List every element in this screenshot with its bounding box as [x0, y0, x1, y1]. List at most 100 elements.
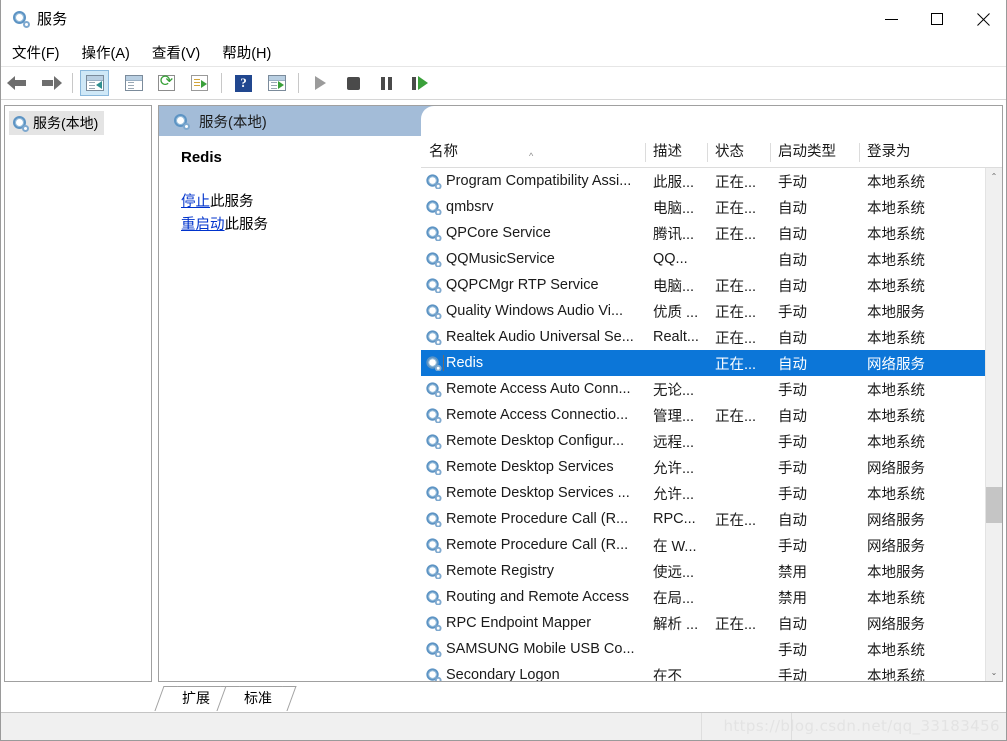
cell-startup-type: 自动 — [778, 616, 807, 633]
cell-logon-as: 网络服务 — [867, 616, 925, 633]
cell-startup-type: 自动 — [778, 278, 807, 295]
services-gear-icon — [425, 225, 442, 241]
services-gear-icon — [12, 10, 30, 28]
forward-button[interactable] — [36, 70, 65, 96]
table-row[interactable]: SAMSUNG Mobile USB Co... 手动 本地系统 — [421, 636, 1002, 662]
cell-startup-type: 手动 — [778, 460, 807, 477]
show-action-pane-button[interactable] — [262, 70, 291, 96]
status-bar: https://blog.csdn.net/qq_33183456 — [1, 712, 1006, 740]
window-controls — [868, 0, 1006, 38]
refresh-button[interactable] — [152, 70, 181, 96]
toolbar-separator — [298, 73, 299, 93]
cell-logon-as: 本地服务 — [867, 304, 925, 321]
column-header-logon-as[interactable]: 登录为 — [859, 137, 947, 168]
cell-text: RPC Endpoint Mapper — [446, 615, 592, 631]
tab-standard[interactable]: 标准 — [216, 686, 297, 711]
minimize-icon[interactable] — [868, 0, 914, 38]
properties-button[interactable] — [119, 70, 148, 96]
cell-status: 正在... — [715, 408, 757, 425]
cell-description: 允许... — [653, 460, 695, 477]
services-gear-icon — [425, 251, 442, 267]
cell-startup-type: 手动 — [778, 382, 807, 399]
stop-service-button[interactable] — [339, 70, 368, 96]
pause-service-button[interactable] — [372, 70, 401, 96]
table-row[interactable]: QQMusicService QQ... 自动 本地系统 — [421, 246, 1002, 272]
table-row[interactable]: Remote Desktop Configur... 远程... 手动 本地系统 — [421, 428, 1002, 454]
table-row[interactable]: Remote Access Auto Conn... 无论... 手动 本地系统 — [421, 376, 1002, 402]
restart-service-link[interactable]: 重启动 — [181, 217, 225, 233]
menu-view[interactable]: 查看(V) — [141, 39, 211, 66]
table-row[interactable]: Quality Windows Audio Vi... 优质 ... 正在... 手动… — [421, 298, 1002, 324]
table-row[interactable]: Remote Desktop Services ... 允许... 手动 本地系统 — [421, 480, 1002, 506]
cell-logon-as: 本地服务 — [867, 564, 925, 581]
cell-name: Quality Windows Audio Vi... — [421, 303, 645, 319]
table-row[interactable]: Realtek Audio Universal Se... Realt... 正在.… — [421, 324, 1002, 350]
stop-service-link[interactable]: 停止 — [181, 194, 210, 210]
table-row[interactable]: Remote Desktop Services 允许... 手动 网络服务 — [421, 454, 1002, 480]
back-button[interactable] — [3, 70, 32, 96]
table-row[interactable]: Program Compatibility Assi... 此服... 正在... 手… — [421, 168, 1002, 194]
column-header-name[interactable]: 名称 ^ — [421, 137, 645, 168]
sidebar-item-services-local[interactable]: 服务(本地) — [9, 111, 105, 135]
cell-startup-type: 自动 — [778, 330, 807, 347]
services-gear-icon — [425, 433, 442, 449]
maximize-icon[interactable] — [914, 0, 960, 38]
table-row[interactable]: Remote Registry 使远... 禁用 本地服务 — [421, 558, 1002, 584]
title-bar: 服务 — [1, 0, 1006, 38]
help-button[interactable]: ? — [229, 70, 258, 96]
column-header-description[interactable]: 描述 — [645, 137, 707, 168]
pane-header-band: 服务(本地) — [159, 106, 1002, 137]
column-header-startup-type[interactable]: 启动类型 — [770, 137, 859, 168]
table-row[interactable]: Secondary Logon 在不 手动 本地系统 — [421, 662, 1002, 681]
cell-logon-as: 本地系统 — [867, 382, 925, 399]
arrow-left-icon — [6, 75, 29, 91]
table-row[interactable]: Remote Procedure Call (R... RPC... 正在... 自动… — [421, 506, 1002, 532]
table-row[interactable]: Remote Procedure Call (R... 在 W... 手动 网络服务 — [421, 532, 1002, 558]
menu-action[interactable]: 操作(A) — [71, 39, 141, 66]
scroll-up-icon[interactable]: ⌃ — [986, 168, 1002, 185]
services-gear-icon — [425, 589, 442, 605]
table-row[interactable]: Redis 正在... 自动 网络服务 — [421, 350, 1002, 376]
toolbar-separator — [221, 73, 222, 93]
cell-logon-as: 本地系统 — [867, 278, 925, 295]
cell-startup-type: 自动 — [778, 356, 807, 373]
restart-service-button[interactable] — [405, 70, 434, 96]
tab-extended[interactable]: 扩展 — [154, 686, 235, 711]
services-gear-icon — [425, 199, 442, 215]
scrollbar-thumb[interactable] — [986, 487, 1002, 523]
play-icon — [315, 76, 326, 90]
table-row[interactable]: qmbsrv 电脑... 正在... 自动 本地系统 — [421, 194, 1002, 220]
console-tree-pane: 服务(本地) — [4, 105, 152, 682]
cell-description: RPC... — [653, 511, 696, 527]
cell-text: Remote Procedure Call (R... — [446, 537, 629, 553]
cell-description: 允许... — [653, 486, 695, 503]
cell-status: 正在... — [715, 278, 757, 295]
cell-logon-as: 本地系统 — [867, 226, 925, 243]
menu-bar: 文件(F) 操作(A) 查看(V) 帮助(H) — [1, 38, 1006, 67]
toolbar: ? — [1, 67, 1006, 100]
list-vertical-scrollbar[interactable]: ⌃ ⌄ — [985, 168, 1002, 681]
cell-name: Remote Desktop Services — [421, 459, 645, 475]
menu-file[interactable]: 文件(F) — [1, 39, 71, 66]
cell-text: qmbsrv — [446, 199, 494, 215]
services-gear-icon — [425, 381, 442, 397]
table-row[interactable]: QPCore Service 腾讯... 正在... 自动 本地系统 — [421, 220, 1002, 246]
show-hide-console-tree-button[interactable] — [80, 70, 109, 96]
cell-text: SAMSUNG Mobile USB Co... — [446, 641, 635, 657]
list-rows: Program Compatibility Assi... 此服... 正在... 手… — [421, 168, 1002, 681]
menu-help[interactable]: 帮助(H) — [211, 39, 282, 66]
cell-name: Remote Desktop Configur... — [421, 433, 645, 449]
table-row[interactable]: QQPCMgr RTP Service 电脑... 正在... 自动 本地系统 — [421, 272, 1002, 298]
table-row[interactable]: RPC Endpoint Mapper 解析 ... 正在... 自动 网络服务 — [421, 610, 1002, 636]
table-row[interactable]: Remote Access Connectio... 管理... 正在... 自动 本地… — [421, 402, 1002, 428]
close-icon[interactable] — [960, 0, 1006, 38]
console-tree-icon — [85, 75, 104, 91]
table-row[interactable]: Routing and Remote Access 在局... 禁用 本地系统 — [421, 584, 1002, 610]
column-header-status[interactable]: 状态 — [707, 137, 770, 168]
main-body: 服务(本地) 服务(本地) Redis 停止此服务 重启动此服务 名称 ^ 描述… — [1, 100, 1006, 685]
cell-description: 此服... — [653, 174, 695, 191]
scroll-down-icon[interactable]: ⌄ — [986, 664, 1002, 681]
start-service-button[interactable] — [306, 70, 335, 96]
export-list-button[interactable] — [185, 70, 214, 96]
cell-startup-type: 自动 — [778, 408, 807, 425]
